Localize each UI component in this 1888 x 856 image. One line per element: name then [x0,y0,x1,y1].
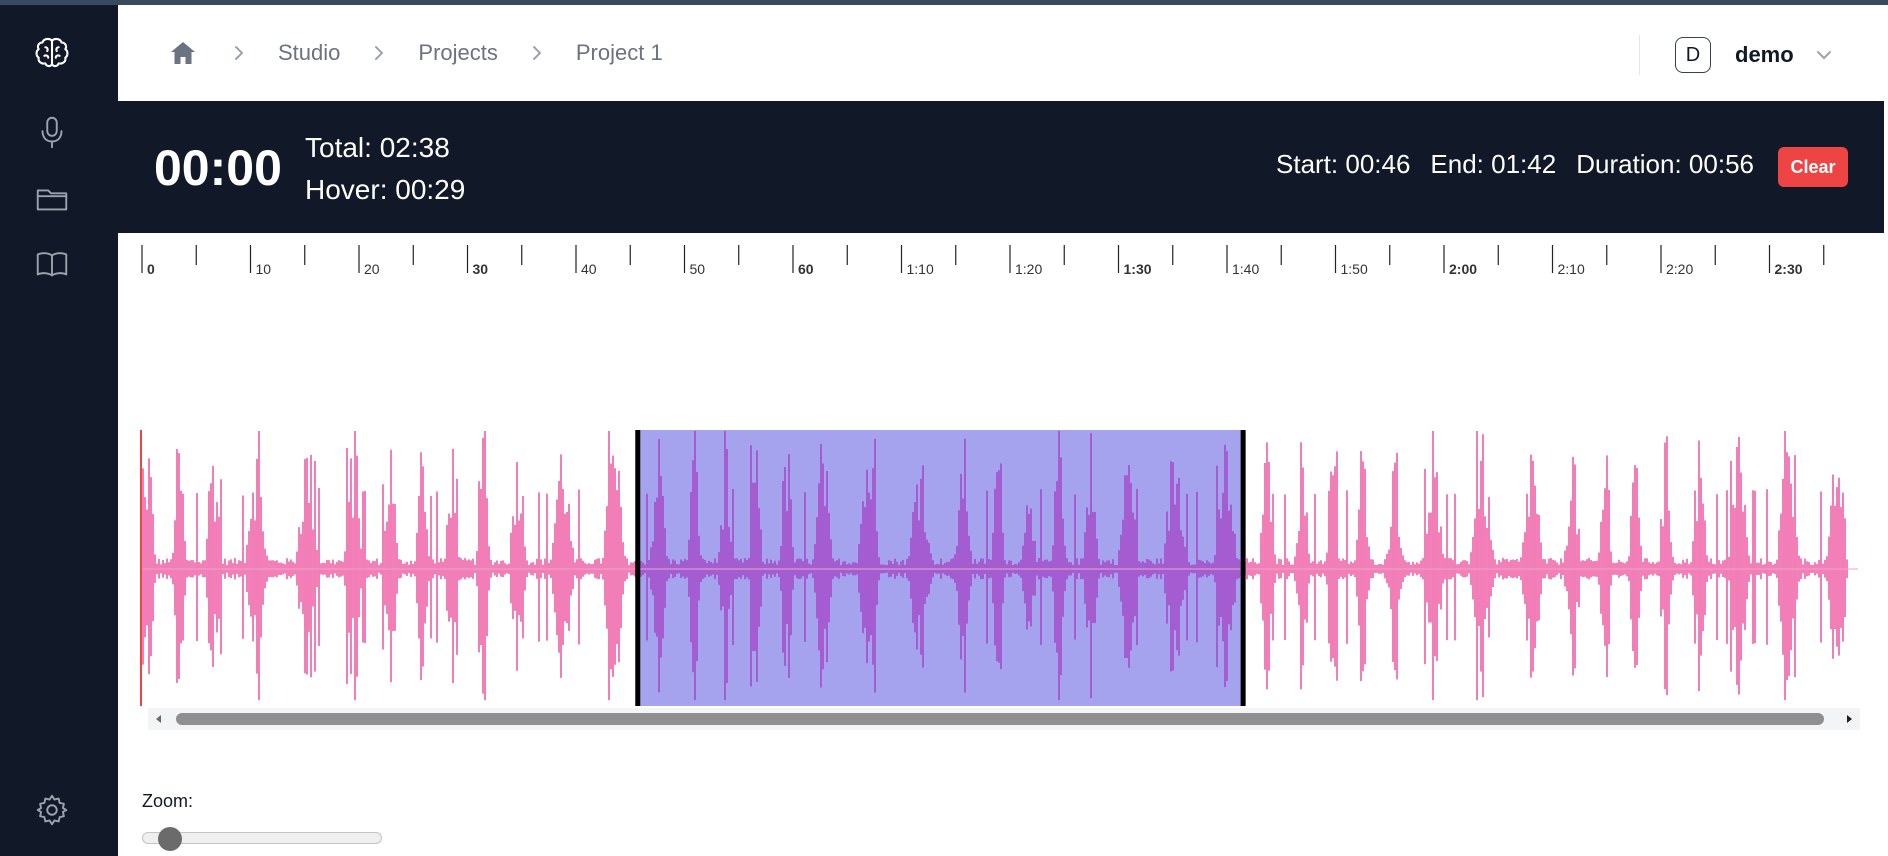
waveform-svg [140,430,1858,706]
scroll-right-arrow-icon[interactable] [1842,712,1856,726]
scroll-left-arrow-icon[interactable] [152,712,166,726]
clear-button[interactable]: Clear [1778,147,1848,187]
timeline-label: 2:30 [1775,261,1803,277]
selection-end: End: 01:42 [1430,149,1557,179]
sidebar [0,5,118,856]
home-icon[interactable] [166,36,200,70]
timeline-label: 10 [256,261,272,277]
selection-region [637,430,1243,706]
waveform[interactable] [140,428,1860,708]
brain-logo-icon[interactable] [28,28,76,76]
chevron-right-icon [522,38,552,68]
breadcrumb-projects[interactable]: Projects [418,40,497,66]
timeline-label: 20 [364,261,380,277]
current-time: 00:00 [154,140,282,196]
timeline-label: 50 [690,261,706,277]
timeline-label: 1:20 [1015,261,1042,277]
chevron-down-icon [1810,41,1838,69]
player-info-bar: 00:00 Total: 02:38 Hover: 00:29 Start: 0… [118,101,1884,233]
folder-icon[interactable] [28,175,76,223]
chevron-right-icon [364,38,394,68]
zoom-slider[interactable] [142,827,382,851]
timeline-label: 2:00 [1449,261,1477,277]
top-header: Studio Projects Project 1 D demo [118,5,1888,101]
timeline-label: 1:30 [1124,261,1152,277]
scrollbar-thumb[interactable] [176,713,1824,725]
user-menu[interactable]: D demo [1675,35,1838,75]
zoom-label: Zoom: [142,791,194,811]
selection-start-handle [635,430,641,706]
settings-gear-icon[interactable] [28,786,76,834]
breadcrumb-project-1[interactable]: Project 1 [576,40,663,66]
timeline-ruler[interactable]: 0 10 20 30 40 50 60 1:10 1:20 1:30 1:40 1:50 2:00 2:1… [118,233,1888,293]
breadcrumb-studio[interactable]: Studio [278,40,340,66]
user-name: demo [1735,42,1794,67]
selection-info: Start: 00:46 End: 01:42 Duration: 00:56 [1276,149,1754,180]
timeline-label: 0 [147,261,155,277]
chevron-right-icon [224,38,254,68]
timeline-label: 60 [798,261,814,277]
timeline-label: 1:50 [1341,261,1368,277]
avatar: D [1675,37,1711,73]
hover-time: Hover: 00:29 [305,174,466,205]
timeline-label: 2:10 [1558,261,1585,277]
timeline-ruler-svg: 0 10 20 30 40 50 60 1:10 1:20 1:30 1:40 1:50 2:00 2:1… [141,245,1825,277]
time-totals: Total: 02:38 Hover: 00:29 [305,127,465,211]
waveform-scrollbar[interactable] [148,708,1860,730]
selection-duration: Duration: 00:56 [1576,149,1754,179]
timeline-label: 1:10 [907,261,934,277]
timeline-label: 30 [473,261,489,277]
selection-start: Start: 00:46 [1276,149,1411,179]
timeline-label: 1:40 [1232,261,1259,277]
header-divider [1639,35,1640,75]
breadcrumb: Studio Projects Project 1 [166,5,663,101]
microphone-icon[interactable] [28,108,76,156]
timeline-label: 2:20 [1666,261,1693,277]
book-icon[interactable] [28,240,76,288]
selection-end-handle [1240,430,1246,706]
app-root: Studio Projects Project 1 D demo 00:00 T… [0,0,1888,856]
timeline-label: 40 [581,261,597,277]
total-time: Total: 02:38 [305,132,450,163]
zoom-slider-thumb[interactable] [158,827,183,851]
